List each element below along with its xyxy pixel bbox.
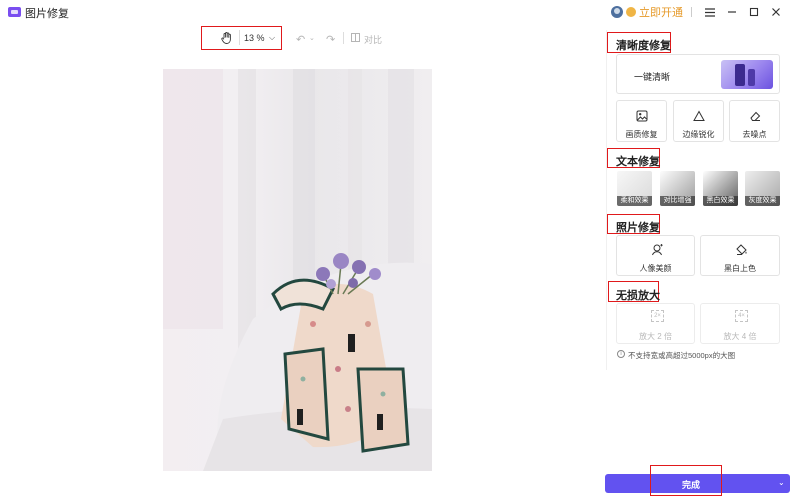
avatar[interactable] (611, 6, 623, 18)
undo-icon[interactable]: ↶ (296, 33, 305, 46)
eraser-icon (749, 110, 761, 125)
vip-open-link[interactable]: 立即开通 (639, 4, 683, 20)
bw-effect-label: 黑白效果 (703, 196, 738, 206)
image-quality-icon (636, 110, 648, 125)
titlebar-controls: 立即开通 (611, 0, 792, 24)
paint-bucket-icon (735, 243, 748, 259)
quality-repair-button[interactable]: 画质修复 (616, 100, 667, 142)
titlebar-divider (691, 7, 692, 17)
undo-dropdown-icon[interactable]: ⌄ (309, 34, 315, 42)
done-dropdown-icon[interactable]: ⌄ (778, 478, 785, 487)
upscale-limit-note: 不支持宽或高超过5000px的大图 (628, 351, 736, 360)
portrait-icon (651, 243, 664, 259)
repair-panel: 清晰度修复 一键清晰 画质修复 边缘锐化 去噪点 文本修复 柔和效果 对比增强 … (606, 30, 786, 370)
colorize-label: 黑白上色 (724, 264, 756, 273)
clarity-section-title: 清晰度修复 (616, 40, 671, 52)
toolbar-divider (343, 32, 344, 44)
compare-button[interactable]: 对比 (364, 33, 382, 46)
quality-repair-label: 画质修复 (625, 130, 658, 139)
zoom-divider (239, 30, 240, 45)
denoise-label: 去噪点 (742, 130, 767, 139)
app-logo-icon (8, 7, 21, 17)
upscale-4x-icon: 4× (735, 310, 748, 322)
gray-effect-label: 灰度效果 (745, 196, 780, 206)
photo-section-title: 照片修复 (616, 222, 660, 234)
upscale-section-title: 无损放大 (616, 290, 660, 302)
hand-pan-icon[interactable] (220, 31, 234, 45)
colorize-button[interactable]: 黑白上色 (700, 235, 780, 276)
portrait-beauty-label: 人像美颜 (639, 264, 672, 273)
photo-illustration (163, 69, 432, 471)
edge-sharpen-button[interactable]: 边缘锐化 (673, 100, 724, 142)
maximize-icon[interactable] (746, 4, 762, 20)
menu-icon[interactable] (702, 4, 718, 20)
soft-effect-label: 柔和效果 (617, 196, 652, 206)
image-preview (163, 69, 432, 471)
text-section-title: 文本修复 (616, 156, 660, 168)
zoom-dropdown-icon[interactable]: ⌵ (269, 33, 275, 43)
portrait-beauty-button[interactable]: 人像美颜 (616, 235, 695, 276)
done-button-label: 完成 (682, 480, 701, 490)
compare-icon[interactable] (351, 33, 360, 42)
one-click-clarity-card[interactable]: 一键清晰 (616, 54, 780, 94)
vip-coin-icon (626, 7, 636, 17)
upscale-2x-icon: 2× (651, 310, 664, 322)
upscale-4x-label: 放大 4 倍 (723, 332, 757, 341)
triangle-sharpen-icon (693, 110, 705, 125)
upscale-2x-label: 放大 2 倍 (639, 332, 672, 341)
gray-effect-thumb[interactable]: 灰度效果 (745, 171, 780, 206)
app-title: 图片修复 (25, 8, 69, 20)
bw-effect-thumb[interactable]: 黑白效果 (703, 171, 738, 206)
title-bar: 图片修复 立即开通 (0, 0, 792, 24)
one-click-clarity-thumb (721, 60, 773, 89)
contrast-effect-label: 对比增强 (660, 196, 695, 206)
info-icon: i (617, 350, 625, 358)
one-click-clarity-label: 一键清晰 (634, 72, 671, 82)
zoom-level[interactable]: 13 % (244, 33, 265, 43)
denoise-button[interactable]: 去噪点 (729, 100, 780, 142)
edge-sharpen-label: 边缘锐化 (682, 130, 715, 139)
contrast-effect-thumb[interactable]: 对比增强 (660, 171, 695, 206)
redo-icon[interactable]: ↷ (326, 33, 335, 46)
upscale-2x-button[interactable]: 2× 放大 2 倍 (616, 303, 695, 344)
close-icon[interactable] (768, 4, 784, 20)
minimize-icon[interactable] (724, 4, 740, 20)
soft-effect-thumb[interactable]: 柔和效果 (617, 171, 652, 206)
upscale-4x-button[interactable]: 4× 放大 4 倍 (700, 303, 780, 344)
